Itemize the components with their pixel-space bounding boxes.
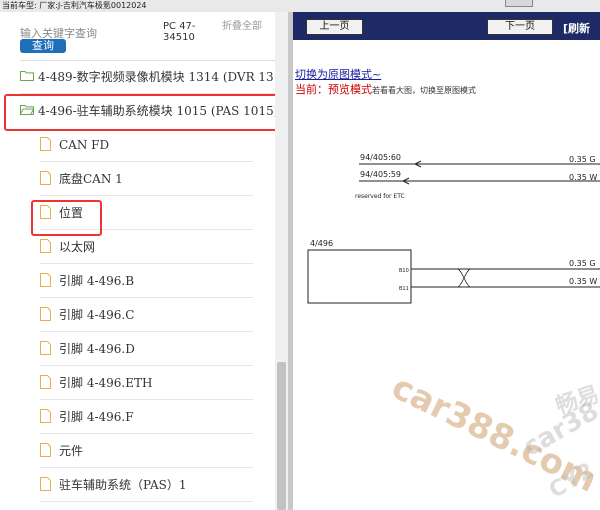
file-icon: [40, 443, 51, 457]
file-icon: [40, 273, 51, 287]
next-page-label: 下一页: [505, 21, 535, 32]
prev-page-button[interactable]: 上一页: [306, 19, 363, 35]
wiring-diagram: 94/405:60 0.35 G 94/405:59 0.35 W reserv…: [307, 153, 600, 304]
current-hint: 若看看大图，切换至原图模式: [372, 86, 476, 95]
tree-item-pin-f[interactable]: 引脚 4-496.F: [40, 401, 253, 434]
pc-code-label: PC 47-34510: [163, 21, 196, 43]
module-box: [307, 249, 412, 304]
tree-item-label: 引脚 4-496.ETH: [59, 376, 153, 390]
file-icon: [40, 341, 51, 355]
top-status-bar: 当前车型: 厂家:J-吉利汽车极氪0012024: [0, 0, 600, 12]
switch-original-link[interactable]: 切换为原图模式~: [295, 66, 381, 82]
tree-item-label: 以太网: [59, 240, 96, 254]
file-icon: [40, 171, 51, 185]
current-mode: 预览模式: [328, 83, 372, 96]
left-tree-panel: 输入关键字查询 查询 PC 47-34510 折叠全部 4-489-数字视频录像…: [0, 12, 288, 510]
highlight-box-folder: [4, 94, 288, 131]
collapse-all-button[interactable]: 折叠全部: [222, 21, 262, 32]
tree-item-pin-b[interactable]: 引脚 4-496.B: [40, 265, 253, 298]
tree-item-ethernet[interactable]: 以太网: [40, 231, 253, 264]
wire-label: 0.35 W: [569, 173, 597, 182]
wire-label: 0.35 G: [569, 155, 596, 164]
tree-item-pin-d[interactable]: 引脚 4-496.D: [40, 333, 253, 366]
tree-item-label: 驻车辅助系统（PAS）1: [59, 478, 187, 492]
viewer-nav-bar: 上一页 下一页 [刷新: [293, 12, 600, 40]
query-button[interactable]: 查询: [20, 39, 66, 53]
tree-item-pin-eth[interactable]: 引脚 4-496.ETH: [40, 367, 253, 400]
module-label: 4/496: [310, 239, 333, 248]
current-mode-line: 当前：预览模式若看看大图，切换至原图模式: [295, 81, 476, 97]
file-icon: [40, 409, 51, 423]
connector-label: 94/405:59: [360, 170, 401, 179]
vehicle-info: 当前车型: 厂家:J-吉利汽车极氪0012024: [2, 1, 147, 10]
refresh-link[interactable]: [刷新: [563, 20, 590, 36]
current-prefix: 当前：: [295, 83, 328, 96]
tree-item-label: 元件: [59, 444, 84, 458]
tree-item-can-fd[interactable]: CAN FD: [40, 129, 253, 162]
tree-item-components[interactable]: 元件: [40, 435, 253, 468]
search-bar: 输入关键字查询 查询 PC 47-34510 折叠全部: [0, 12, 275, 56]
tree-item-label: 引脚 4-496.C: [59, 308, 135, 322]
wire-label: 0.35 W: [569, 277, 597, 286]
tree-item-pas-1[interactable]: 驻车辅助系统（PAS）1: [40, 469, 253, 502]
folder-icon: [20, 71, 34, 81]
prev-page-label: 上一页: [319, 21, 350, 32]
tree-item-label: 底盘CAN 1: [59, 172, 123, 186]
pin-label: B10: [399, 268, 409, 274]
top-bar-button[interactable]: [505, 0, 533, 7]
tree-folder-label: 4-489-数字视频录像机模块 1314 (DVR 1314): [38, 70, 275, 84]
tree-folder-dvr[interactable]: 4-489-数字视频录像机模块 1314 (DVR 1314): [20, 61, 275, 94]
file-icon: [40, 375, 51, 389]
reserved-note: reserved for ETC: [355, 193, 405, 200]
twisted-pair-icon: [457, 268, 471, 288]
next-page-button[interactable]: 下一页: [487, 19, 553, 35]
file-icon: [40, 307, 51, 321]
tree-item-label: CAN FD: [59, 138, 110, 152]
connector-label: 94/405:60: [360, 153, 401, 162]
tree-item-chassis-can[interactable]: 底盘CAN 1: [40, 163, 253, 196]
tree-item-pin-c[interactable]: 引脚 4-496.C: [40, 299, 253, 332]
tree-item-label: 引脚 4-496.D: [59, 342, 135, 356]
pin-label: B11: [399, 286, 409, 292]
diagram-viewer: 上一页 下一页 [刷新 切换为原图模式~ 当前：预览模式若看看大图，切换至原图模…: [293, 12, 600, 510]
file-icon: [40, 477, 51, 491]
tree-item-label: 引脚 4-496.F: [59, 410, 134, 424]
tree-scrollbar-thumb[interactable]: [277, 362, 286, 510]
tree-item-label: 引脚 4-496.B: [59, 274, 135, 288]
file-icon: [40, 137, 51, 151]
file-icon: [40, 239, 51, 253]
wire-label: 0.35 G: [569, 259, 596, 268]
